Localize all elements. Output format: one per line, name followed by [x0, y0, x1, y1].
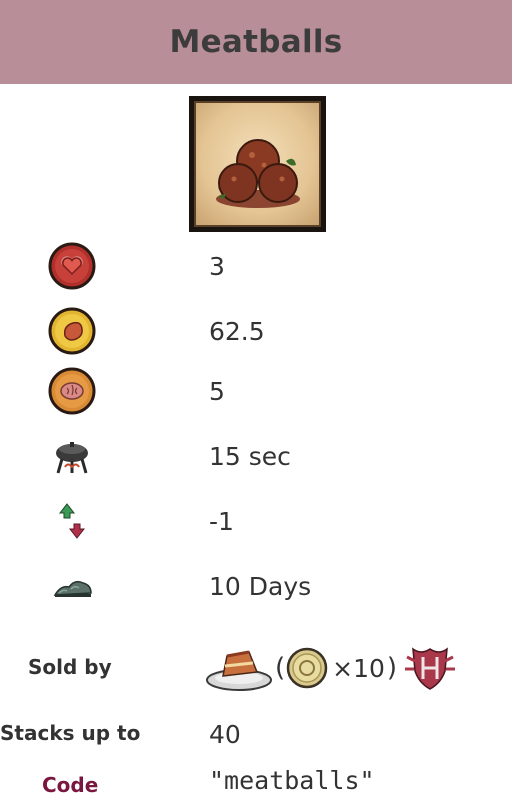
- meatballs-food-icon: [194, 101, 321, 227]
- health-heart-icon: [36, 236, 108, 296]
- sold-by-label: Sold by: [28, 655, 112, 679]
- open-paren: (: [275, 653, 286, 683]
- stat-value: 62.5: [209, 316, 265, 346]
- crock-pot-icon: [36, 426, 108, 486]
- hamlet-shield-icon[interactable]: [403, 643, 457, 693]
- stat-row-hunger: 62.5: [0, 301, 512, 361]
- page-title: Meatballs: [169, 24, 343, 60]
- close-paren: ): [386, 653, 398, 683]
- stat-row-sanity: 5: [0, 361, 512, 421]
- priority-arrows-icon: [36, 491, 108, 551]
- hunger-stomach-icon: [36, 301, 108, 361]
- stat-row-cook-time: 15 sec: [0, 426, 512, 486]
- sanity-brain-icon: [36, 361, 108, 421]
- sold-quantity: ×10: [332, 653, 385, 683]
- sold-by-value: ( ×10 ): [205, 640, 457, 696]
- stat-value: 10 Days: [209, 571, 312, 601]
- code-label[interactable]: Code: [42, 773, 98, 797]
- stat-row-priority: -1: [0, 491, 512, 551]
- stat-value: 15 sec: [209, 441, 291, 471]
- spoil-time-icon: [36, 556, 108, 616]
- stacks-value: 40: [209, 719, 241, 749]
- code-value: "meatballs": [209, 766, 375, 795]
- item-portrait: [189, 96, 326, 232]
- stacks-row: 40: [0, 704, 512, 764]
- stat-row-health: 3: [0, 236, 512, 296]
- stat-row-spoil-time: 10 Days: [0, 556, 512, 616]
- stat-value: 3: [209, 251, 225, 281]
- stat-value: -1: [209, 506, 234, 536]
- oinc-coin-icon[interactable]: [285, 646, 329, 690]
- cake-platter-icon[interactable]: [205, 640, 275, 696]
- stat-value: 5: [209, 376, 225, 406]
- page-title-bar: Meatballs: [0, 0, 512, 84]
